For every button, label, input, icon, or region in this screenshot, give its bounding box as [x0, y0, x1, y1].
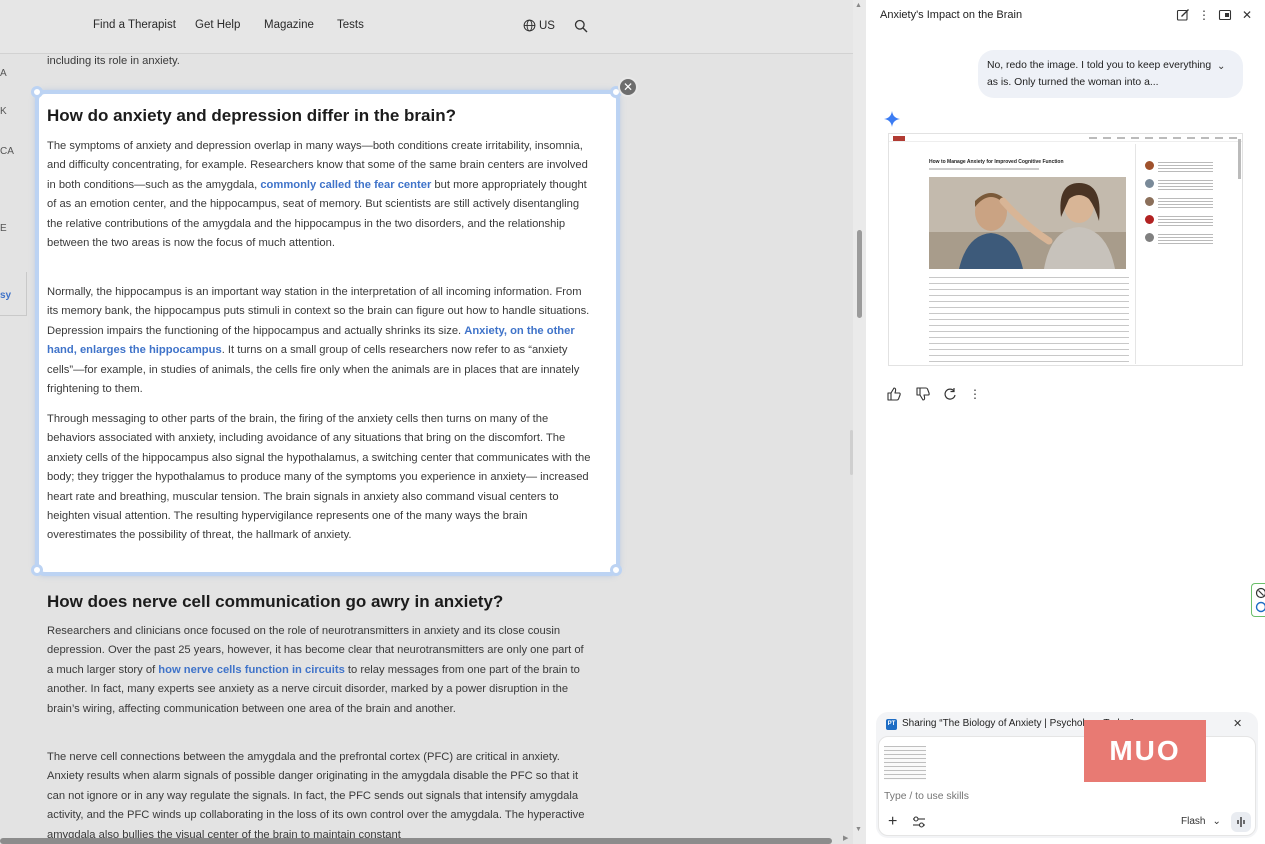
image-site-logo — [893, 136, 905, 141]
add-icon[interactable]: + — [888, 813, 897, 831]
nav-tests[interactable]: Tests — [337, 19, 364, 31]
image-nav-bar — [1089, 137, 1239, 139]
sidebar-edge-text: A — [0, 68, 7, 79]
pop-out-icon[interactable] — [1218, 8, 1232, 22]
sidebar-edge-text: E — [0, 223, 7, 234]
more-vertical-icon[interactable]: ⋮ — [1197, 8, 1211, 22]
audio-wave-icon — [1237, 817, 1245, 827]
model-label: Flash — [1181, 816, 1206, 827]
sidebar-edge-text: K — [0, 106, 7, 117]
site-nav: Find a Therapist Get Help Magazine Tests… — [0, 0, 853, 54]
horizontal-scrollbar[interactable] — [0, 838, 832, 844]
close-icon: ✕ — [622, 80, 634, 94]
scroll-down-icon[interactable]: ▼ — [855, 826, 862, 833]
selected-section-card[interactable]: How do anxiety and depression differ in … — [35, 90, 620, 576]
model-selector[interactable]: Flash ⌄ — [1181, 816, 1221, 827]
image-sidebar-item — [1145, 197, 1215, 211]
section-heading: How does nerve cell communication go awr… — [47, 592, 504, 611]
globe-icon — [523, 19, 536, 32]
scroll-right-icon[interactable]: ▶ — [843, 834, 848, 842]
article-text: including its role in anxiety. — [47, 55, 180, 67]
sparkle-icon — [884, 111, 900, 127]
article-paragraph: Through messaging to other parts of the … — [47, 413, 591, 542]
section-heading: How do anxiety and depression differ in … — [47, 106, 456, 125]
article-paragraph: Researchers and clinicians once focused … — [47, 625, 584, 715]
selection-handle[interactable] — [610, 564, 622, 576]
close-selection-button[interactable]: ✕ — [618, 77, 638, 97]
article-paragraph: The symptoms of anxiety and depression o… — [47, 140, 588, 250]
nav-get-help[interactable]: Get Help — [195, 19, 240, 31]
article-paragraph: Normally, the hippocampus is an importan… — [47, 286, 590, 396]
page-thumbnail[interactable] — [884, 746, 926, 780]
region-label: US — [539, 19, 555, 32]
close-panel-icon[interactable]: ✕ — [1240, 8, 1254, 22]
article-page: Find a Therapist Get Help Magazine Tests… — [0, 0, 853, 844]
article-paragraph: The nerve cell connections between the a… — [47, 751, 585, 841]
selection-handle[interactable] — [31, 86, 43, 98]
sidebar-divider — [0, 315, 27, 316]
panel-resize-handle[interactable] — [850, 430, 853, 475]
thumbs-up-icon[interactable] — [886, 386, 902, 402]
extension-widget[interactable] — [1251, 583, 1265, 617]
image-sidebar-item — [1145, 233, 1215, 247]
region-selector[interactable]: US — [523, 19, 555, 32]
tools-icon[interactable] — [912, 815, 926, 829]
chevron-down-icon: ⌄ — [1212, 816, 1221, 827]
image-scrollbar — [1238, 139, 1241, 179]
watermark-logo: MUO — [1084, 720, 1206, 782]
prompt-box: MUO + Flash ⌄ — [878, 720, 1256, 836]
voice-input-button[interactable] — [1231, 812, 1251, 832]
prompt-input[interactable] — [884, 791, 1184, 802]
vertical-scrollbar-track[interactable] — [853, 0, 866, 844]
nav-magazine[interactable]: Magazine — [264, 19, 314, 31]
photo-illustration — [929, 177, 1126, 269]
image-byline — [929, 168, 1039, 170]
conversation-title: Anxiety's Impact on the Brain — [880, 9, 1023, 21]
image-text-block — [929, 277, 1129, 362]
fear-center-link[interactable]: commonly called the fear center — [260, 179, 431, 191]
screen: Find a Therapist Get Help Magazine Tests… — [0, 0, 1265, 844]
nav-find-therapist[interactable]: Find a Therapist — [93, 19, 176, 31]
image-article-heading: How to Manage Anxiety for Improved Cogni… — [929, 159, 1064, 165]
search-icon[interactable] — [574, 19, 588, 33]
image-photo — [929, 177, 1126, 269]
image-sidebar-divider — [1135, 144, 1136, 364]
user-message[interactable]: No, redo the image. I told you to keep e… — [978, 50, 1243, 98]
image-sidebar-item — [1145, 179, 1215, 193]
image-sidebar-item — [1145, 215, 1215, 229]
sidebar-edge-text: CA — [0, 146, 14, 157]
scroll-up-icon[interactable]: ▲ — [855, 2, 862, 9]
more-options-icon[interactable]: ⋮ — [967, 386, 983, 402]
chevron-down-icon[interactable]: ⌄ — [1217, 61, 1225, 72]
new-chat-icon[interactable] — [1176, 8, 1190, 22]
site-favicon: PT — [886, 719, 897, 730]
stop-sharing-icon[interactable]: ✕ — [1233, 717, 1242, 730]
thumbs-down-icon[interactable] — [915, 386, 931, 402]
extension-icon — [1255, 587, 1265, 613]
vertical-scrollbar-thumb[interactable] — [857, 230, 862, 318]
generated-image[interactable]: How to Manage Anxiety for Improved Cogni… — [888, 133, 1243, 366]
nerve-circuits-link[interactable]: how nerve cells function in circuits — [158, 664, 345, 676]
selection-handle[interactable] — [31, 564, 43, 576]
image-sidebar-item — [1145, 161, 1215, 175]
sidebar-divider — [26, 272, 27, 316]
sharing-context-card: PT Sharing “The Biology of Anxiety | Psy… — [876, 712, 1258, 838]
assistant-panel: Anxiety's Impact on the Brain ⋮ ✕ No, re… — [866, 0, 1265, 844]
regenerate-icon[interactable] — [942, 386, 958, 402]
sidebar-edge-link[interactable]: sy — [0, 290, 11, 301]
